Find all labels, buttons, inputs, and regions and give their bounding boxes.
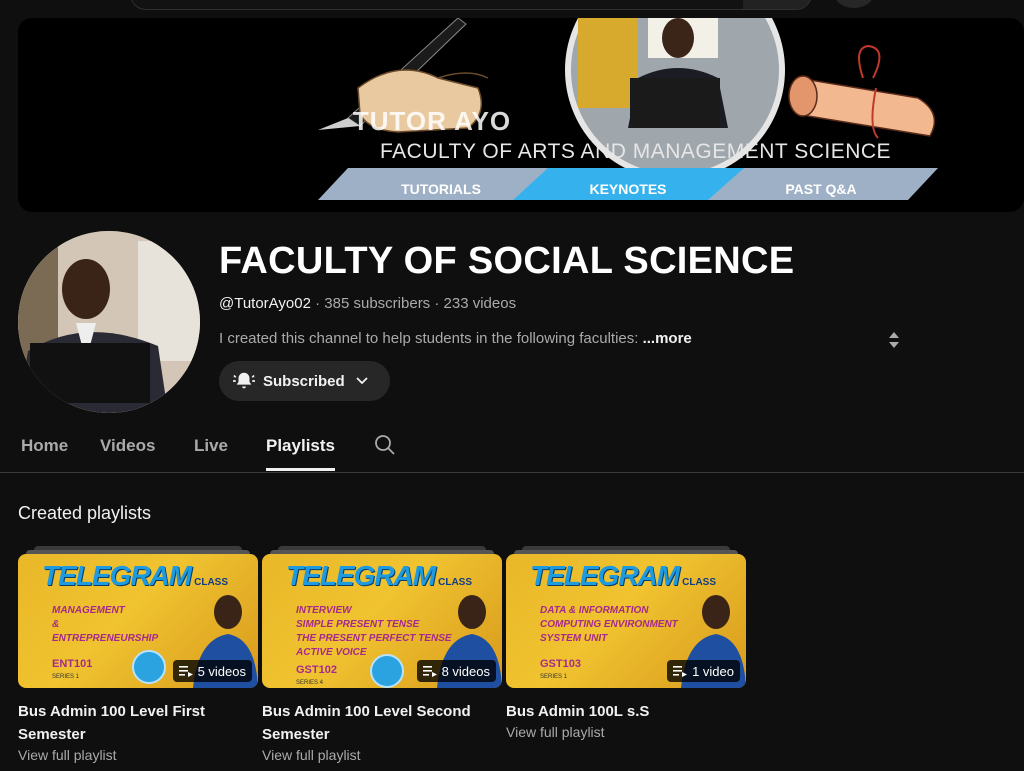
tab-videos[interactable]: Videos xyxy=(100,436,155,456)
bell-icon xyxy=(233,372,255,389)
thumb-course-code: GST102 xyxy=(296,664,337,676)
thumb-course-code: ENT101 xyxy=(52,658,93,670)
thumb-series: SERIES 1 xyxy=(52,674,80,680)
channel-banner: TUTOR AYO FACULTY OF ARTS AND MANAGEMENT… xyxy=(18,18,1024,212)
playlist-thumbnail[interactable]: TELEGRAM CLASS INTERVIEW SIMPLE PRESENT T… xyxy=(262,554,502,688)
channel-tabs: Home Videos Live Playlists xyxy=(0,420,1024,473)
search-icon[interactable] xyxy=(374,434,396,456)
video-count-badge: 5 videos xyxy=(172,660,252,682)
banner-tab-keynotes: KEYNOTES xyxy=(589,181,667,197)
banner-tab-past-qa: PAST Q&A xyxy=(785,181,857,197)
expand-arrows-icon[interactable] xyxy=(886,330,902,350)
banner-faculty-text: FACULTY OF ARTS AND MANAGEMENT SCIENCE xyxy=(380,140,892,163)
meta-separator: · xyxy=(434,295,444,312)
banner-channel-name: TUTOR AYO xyxy=(352,106,512,136)
playlist-icon xyxy=(422,666,437,677)
search-button[interactable] xyxy=(743,0,811,9)
tab-live[interactable]: Live xyxy=(194,436,228,456)
meta-separator: · xyxy=(315,295,325,312)
avatar-portrait xyxy=(18,231,200,413)
voice-search-button[interactable] xyxy=(834,0,874,8)
channel-handle: @TutorAyo02 xyxy=(219,295,311,312)
channel-title: FACULTY OF SOCIAL SCIENCE xyxy=(219,240,795,282)
channel-avatar[interactable] xyxy=(18,231,200,413)
active-tab-indicator xyxy=(266,468,335,471)
banner-tab-tutorials: TUTORIALS xyxy=(401,181,481,197)
playlist-title[interactable]: Bus Admin 100L s.S xyxy=(506,700,738,723)
thumb-topics: MANAGEMENT & ENTREPRENEURSHIP xyxy=(52,605,159,644)
view-full-playlist-link[interactable]: View full playlist xyxy=(262,747,361,763)
playlist-icon xyxy=(178,666,193,677)
thumb-series: SERIES 1 xyxy=(540,674,568,680)
description-text: I created this channel to help students … xyxy=(219,330,639,347)
tab-home[interactable]: Home xyxy=(21,436,68,456)
video-count-badge: 1 video xyxy=(667,660,740,682)
section-title: Created playlists xyxy=(18,503,152,523)
playlist-title[interactable]: Bus Admin 100 Level First Semester xyxy=(18,700,250,746)
subscribed-label: Subscribed xyxy=(263,372,345,390)
telegram-icon xyxy=(132,650,166,684)
playlist-thumbnail[interactable]: TELEGRAM CLASS MANAGEMENT & ENTREPRENEURS… xyxy=(18,554,258,688)
view-full-playlist-link[interactable]: View full playlist xyxy=(506,724,605,740)
tab-playlists[interactable]: Playlists xyxy=(266,436,335,456)
subscriber-count: 385 subscribers xyxy=(324,295,431,312)
thumb-topics: DATA & INFORMATION COMPUTING ENVIRONMENT… xyxy=(540,605,678,644)
more-link[interactable]: ...more xyxy=(643,330,692,347)
telegram-icon xyxy=(370,654,404,688)
chevron-down-icon xyxy=(356,377,368,385)
search-bar[interactable] xyxy=(130,0,812,10)
playlist-thumbnail[interactable]: TELEGRAM CLASS DATA & INFORMATION COMPUTI… xyxy=(506,554,746,688)
view-full-playlist-link[interactable]: View full playlist xyxy=(18,747,117,763)
subscribed-button[interactable]: Subscribed xyxy=(219,361,390,401)
thumb-series: SERIES 4 xyxy=(296,680,324,686)
video-count-badge: 8 videos xyxy=(416,660,496,682)
playlist-title[interactable]: Bus Admin 100 Level Second Semester xyxy=(262,700,494,746)
channel-description[interactable]: I created this channel to help students … xyxy=(219,330,692,347)
playlist-icon xyxy=(673,666,688,677)
thumb-topics: INTERVIEW SIMPLE PRESENT TENSE THE PRESE… xyxy=(296,605,452,658)
channel-meta: @TutorAyo02 · 385 subscribers · 233 vide… xyxy=(219,295,516,312)
thumb-course-code: GST103 xyxy=(540,658,581,670)
video-count: 233 videos xyxy=(443,295,517,312)
